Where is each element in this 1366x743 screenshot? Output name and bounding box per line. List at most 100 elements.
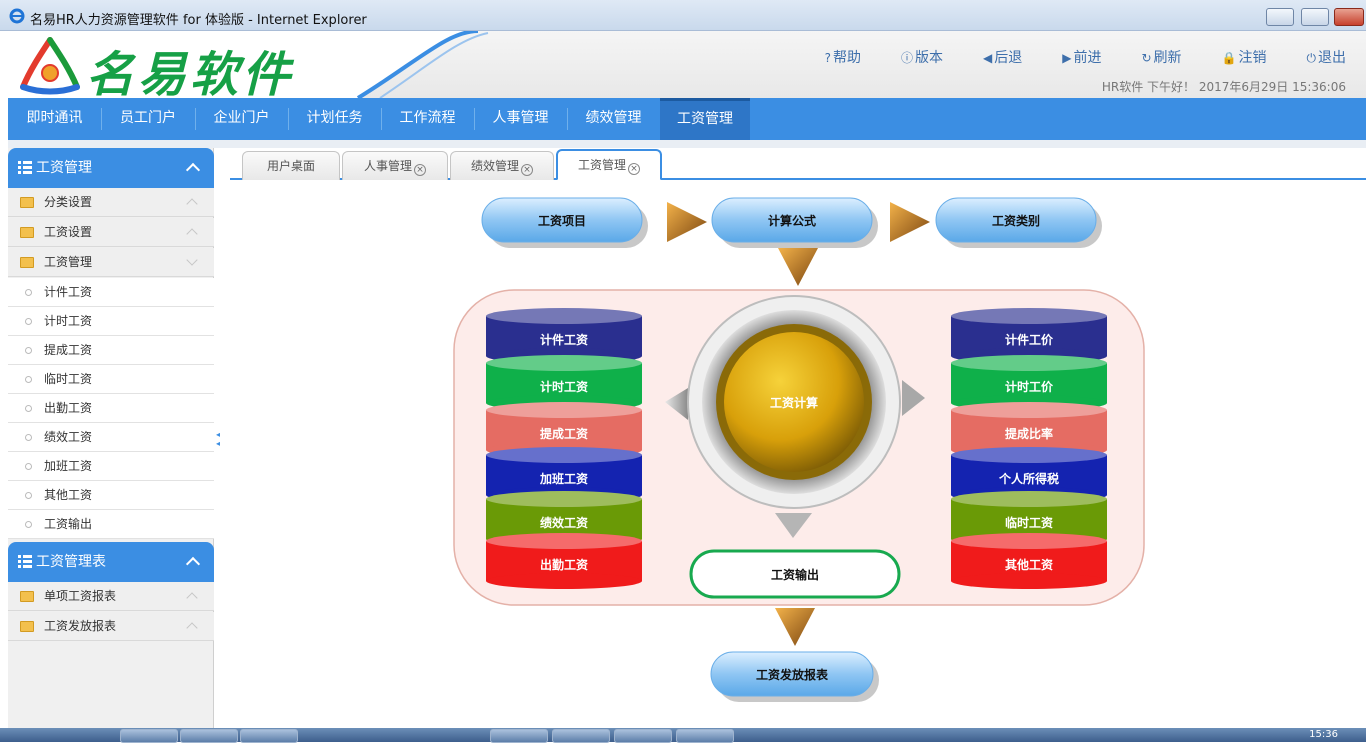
right_stack-label: 提成比率 <box>1005 426 1053 441</box>
taskbar-app-button[interactable] <box>676 729 734 743</box>
sidebar-section-header[interactable]: 工资管理表 <box>8 542 214 582</box>
dial-label: 工资计算 <box>770 395 818 410</box>
nav-item-7[interactable]: 工资管理 <box>660 98 750 140</box>
main-nav: 即时通讯 员工门户 企业门户 计划任务 工作流程 人事管理 绩效管理 工资管理 <box>8 98 1366 140</box>
left_stack-label: 提成工资 <box>540 426 588 441</box>
sidebar-subitem[interactable]: 计时工资 <box>8 307 214 336</box>
taskbar-app-button[interactable] <box>240 729 298 743</box>
chevron-up-icon <box>186 622 198 634</box>
left_stack-disc-5[interactable]: 出勤工资 <box>486 533 642 589</box>
nav-item-2[interactable]: 企业门户 <box>195 98 288 140</box>
right_stack-disc-5[interactable]: 其他工资 <box>951 533 1107 589</box>
flow-node-top-0-label: 工资项目 <box>538 213 586 228</box>
nav-item-6[interactable]: 绩效管理 <box>567 98 660 140</box>
sidebar-folder-label: 工资发放报表 <box>44 619 117 633</box>
bullet-icon <box>25 289 32 296</box>
right_stack-label: 计件工价 <box>1005 332 1054 347</box>
tab-bar: 用户桌面 人事管理 × 绩效管理 × 工资管理 × <box>230 148 1366 181</box>
sidebar-folder[interactable]: 单项工资报表 <box>8 582 214 611</box>
flow-node-top-1[interactable]: 计算公式 <box>711 197 878 248</box>
header-link-6[interactable]: ⏻ 退出 <box>1287 50 1347 66</box>
header-link-5[interactable]: 🔒 注销 <box>1202 50 1267 66</box>
forward-arrow-icon: ▶ <box>1062 51 1072 65</box>
header-link-2[interactable]: ◀ 后退 <box>963 50 1022 66</box>
taskbar-app-button[interactable] <box>490 729 548 743</box>
taskbar-app-button[interactable] <box>180 729 238 743</box>
sidebar-folder[interactable]: 工资管理 <box>8 248 214 277</box>
folder-icon <box>20 227 34 238</box>
sidebar-subitem-label: 加班工资 <box>44 459 93 473</box>
left_stack-label: 绩效工资 <box>540 515 588 530</box>
close-button[interactable] <box>1334 8 1364 26</box>
bullet-icon <box>25 521 32 528</box>
flow-node-output[interactable]: 工资输出 <box>689 549 901 599</box>
flow-node-report[interactable]: 工资发放报表 <box>710 651 879 702</box>
header-link-3[interactable]: ▶ 前进 <box>1042 50 1101 66</box>
sidebar-subitem[interactable]: 提成工资 <box>8 336 214 365</box>
nav-item-0[interactable]: 即时通讯 <box>8 98 101 140</box>
sidebar-subitem[interactable]: 工资输出 <box>8 510 214 539</box>
folder-icon <box>20 257 34 268</box>
header-link-label: 版本 <box>915 50 944 66</box>
sidebar-section-title: 工资管理表 <box>36 554 106 570</box>
left_stack-label: 计时工资 <box>540 379 588 394</box>
header-link-label: 帮助 <box>833 50 861 66</box>
taskbar-ie-button[interactable] <box>120 729 178 743</box>
tab-0[interactable]: 用户桌面 <box>242 151 340 180</box>
close-icon[interactable]: × <box>414 164 426 176</box>
chevron-up-icon <box>185 162 201 178</box>
header-link-label: 刷新 <box>1153 50 1182 66</box>
flow-arrow-right <box>890 202 930 242</box>
minimize-button[interactable] <box>1266 8 1294 26</box>
sidebar-section-title: 工资管理 <box>36 160 92 176</box>
ie-icon <box>9 8 25 24</box>
folder-icon <box>20 621 34 632</box>
header-link-0[interactable]: ? 帮助 <box>805 50 861 66</box>
flow-node-top-2[interactable]: 工资类别 <box>935 197 1102 248</box>
sidebar-subitem[interactable]: 出勤工资 <box>8 394 214 423</box>
sidebar-subitem[interactable]: 加班工资 <box>8 452 214 481</box>
refresh-icon: ↻ <box>1141 51 1152 65</box>
left_stack-label: 出勤工资 <box>540 557 588 572</box>
sidebar-subitem[interactable]: 计件工资 <box>8 278 214 307</box>
tab-3[interactable]: 工资管理 × <box>556 149 662 181</box>
bullet-icon <box>25 318 32 325</box>
sidebar-subitem-label: 提成工资 <box>44 343 93 357</box>
header-link-4[interactable]: ↻ 刷新 <box>1121 50 1181 66</box>
taskbar-app-button[interactable] <box>614 729 672 743</box>
nav-item-4[interactable]: 工作流程 <box>381 98 474 140</box>
nav-item-5[interactable]: 人事管理 <box>474 98 567 140</box>
tab-label: 工资管理 <box>577 158 626 172</box>
info-icon: ⓘ <box>901 51 914 65</box>
bullet-icon <box>25 492 32 499</box>
sidebar-subitem-label: 计件工资 <box>44 285 93 299</box>
nav-item-1[interactable]: 员工门户 <box>101 98 195 140</box>
sidebar-folder[interactable]: 工资发放报表 <box>8 612 214 641</box>
bullet-icon <box>25 405 32 412</box>
tab-2[interactable]: 绩效管理 × <box>450 151 554 180</box>
sidebar-folder[interactable]: 工资设置 <box>8 218 214 247</box>
sidebar-folder-label: 分类设置 <box>44 195 93 209</box>
sidebar-section-header[interactable]: 工资管理 <box>8 148 214 188</box>
header-link-1[interactable]: ⓘ 版本 <box>881 50 943 66</box>
chevron-up-icon <box>186 198 198 210</box>
flow-node-top-1-label: 计算公式 <box>768 213 816 228</box>
right_stack-label: 个人所得税 <box>998 471 1059 486</box>
sidebar-subitem[interactable]: 绩效工资 <box>8 423 214 452</box>
sidebar-subitem[interactable]: 其他工资 <box>8 481 214 510</box>
close-icon[interactable]: × <box>521 164 533 176</box>
flow-node-report-label: 工资发放报表 <box>756 667 829 682</box>
nav-separator <box>195 108 196 130</box>
sidebar-collapse-handle[interactable]: ◂ ◂ <box>216 430 226 450</box>
tab-1[interactable]: 人事管理 × <box>342 151 448 180</box>
maximize-button[interactable] <box>1301 8 1329 26</box>
sidebar-folder[interactable]: 分类设置 <box>8 188 214 217</box>
flow-arrow-down <box>775 608 815 646</box>
taskbar-app-button[interactable] <box>552 729 610 743</box>
sidebar-subitem[interactable]: 临时工资 <box>8 365 214 394</box>
flow-node-top-0[interactable]: 工资项目 <box>481 197 648 248</box>
close-icon[interactable]: × <box>628 163 640 175</box>
nav-item-3[interactable]: 计划任务 <box>288 98 381 140</box>
bullet-icon <box>25 434 32 441</box>
left_stack-label: 计件工资 <box>540 332 588 347</box>
